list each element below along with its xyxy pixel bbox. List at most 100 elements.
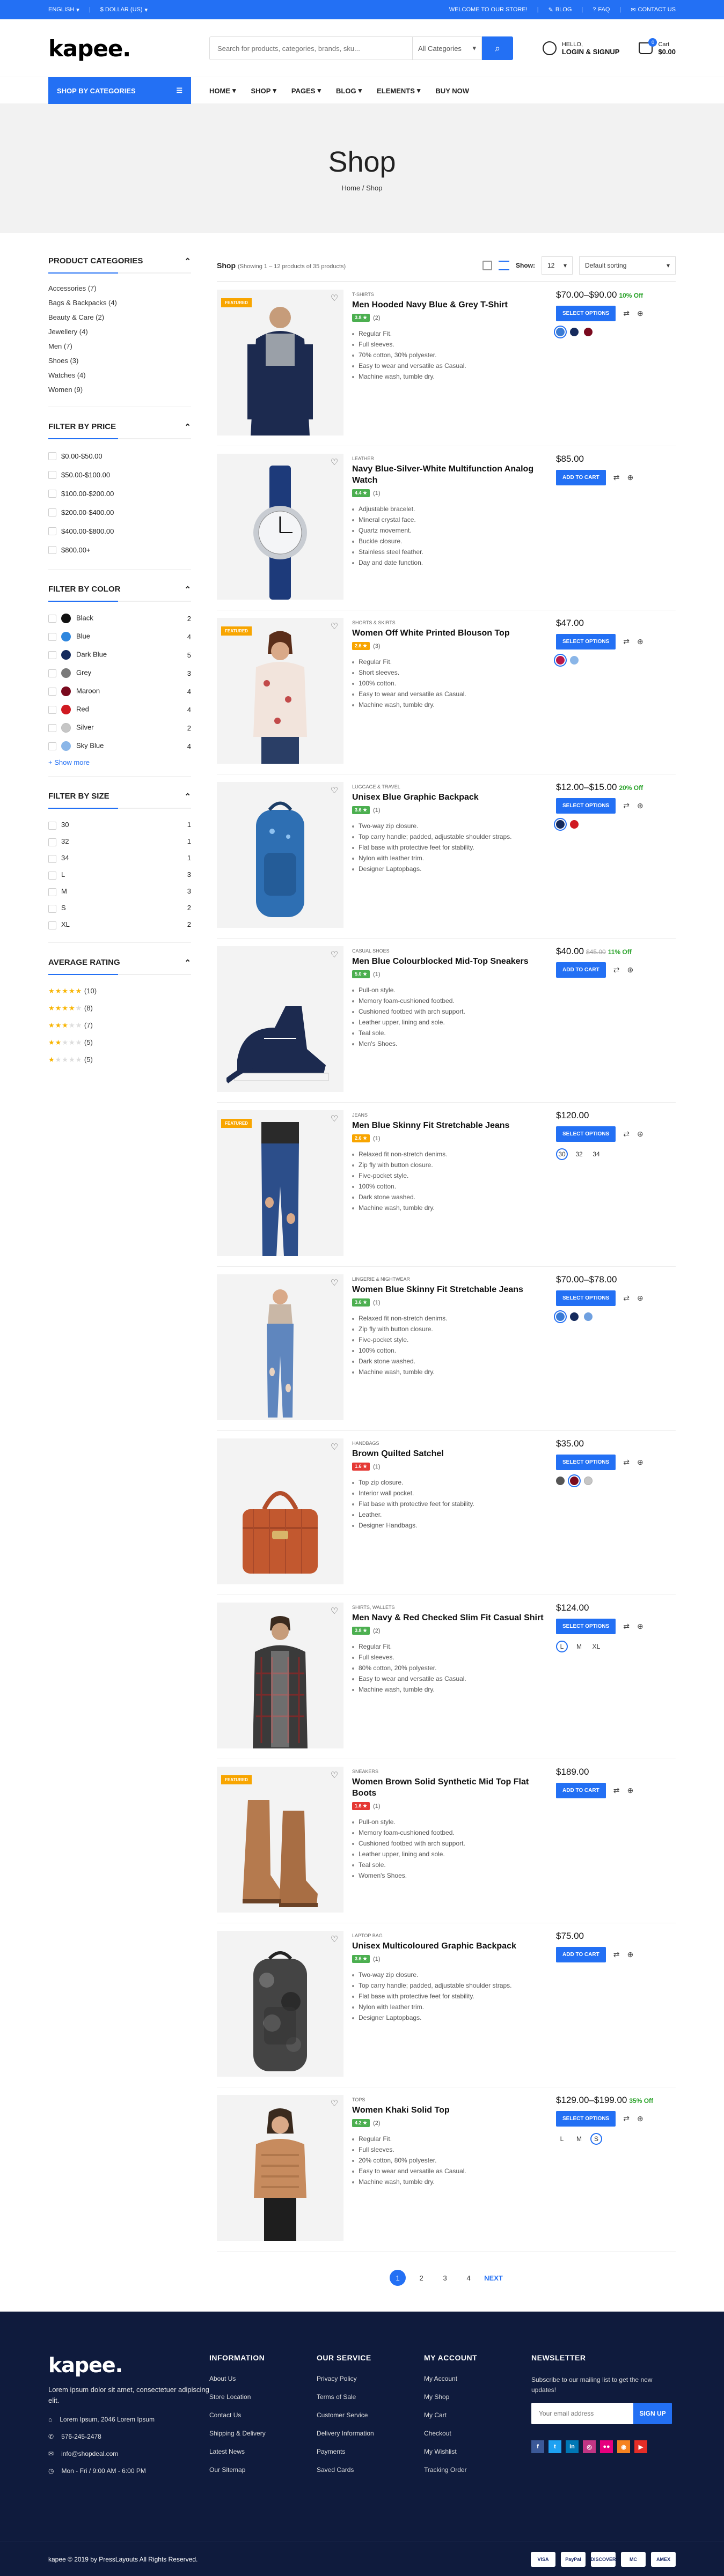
color-filter-option[interactable]: Blue 4 bbox=[48, 628, 191, 646]
category-link[interactable]: Women (9) bbox=[48, 382, 191, 397]
add-to-cart-button[interactable]: ADD TO CART bbox=[556, 470, 606, 485]
heart-icon[interactable]: ♡ bbox=[330, 1443, 339, 1452]
product-category[interactable]: LEATHER bbox=[352, 456, 553, 461]
page-link[interactable]: 3 bbox=[437, 2270, 453, 2286]
rss-icon[interactable]: ◉ bbox=[617, 2440, 630, 2453]
product-category[interactable]: LINGERIE & NIGHTWEAR bbox=[352, 1276, 553, 1282]
heart-icon[interactable]: ♡ bbox=[330, 1607, 339, 1617]
color-filter-option[interactable]: Silver 2 bbox=[48, 719, 191, 737]
breadcrumb-home[interactable]: Home bbox=[342, 184, 361, 192]
size-filter-option[interactable]: M3 bbox=[48, 883, 191, 899]
nav-item-elements[interactable]: ELEMENTS ▾ bbox=[377, 86, 420, 95]
color-option[interactable] bbox=[570, 656, 579, 665]
size-filter-option[interactable]: L3 bbox=[48, 866, 191, 883]
compare-icon[interactable]: ⇄ bbox=[623, 1294, 630, 1303]
color-filter-option[interactable]: Maroon 4 bbox=[48, 682, 191, 700]
footer-link[interactable]: My Shop bbox=[424, 2393, 531, 2401]
select-options-button[interactable]: SELECT OPTIONS bbox=[556, 2111, 616, 2127]
heart-icon[interactable]: ♡ bbox=[330, 950, 339, 960]
site-logo[interactable]: kapee. bbox=[48, 35, 209, 62]
size-filter-option[interactable]: 32 1 bbox=[48, 833, 191, 850]
heart-icon[interactable]: ♡ bbox=[330, 1771, 339, 1781]
faq-link[interactable]: ? FAQ bbox=[593, 6, 610, 13]
search-button[interactable]: ⌕ bbox=[482, 36, 513, 60]
twitter-icon[interactable]: t bbox=[549, 2440, 561, 2453]
color-option[interactable] bbox=[570, 328, 579, 336]
quick-view-icon[interactable]: ⊕ bbox=[637, 801, 643, 810]
footer-link[interactable]: Tracking Order bbox=[424, 2466, 531, 2474]
account-link[interactable]: HELLO, LOGIN & SIGNUP bbox=[542, 41, 619, 56]
color-option[interactable] bbox=[556, 328, 565, 336]
select-options-button[interactable]: SELECT OPTIONS bbox=[556, 634, 616, 649]
category-link[interactable]: Jewellery (4) bbox=[48, 324, 191, 339]
widget-header[interactable]: AVERAGE RATING ⌃ bbox=[48, 958, 191, 975]
contact-link[interactable]: ✉ CONTACT US bbox=[631, 6, 676, 13]
quick-view-icon[interactable]: ⊕ bbox=[627, 1950, 633, 1959]
select-options-button[interactable]: SELECT OPTIONS bbox=[556, 1619, 616, 1634]
product-image[interactable]: ♡ bbox=[217, 1931, 343, 2077]
compare-icon[interactable]: ⇄ bbox=[623, 1130, 630, 1139]
nav-item-home[interactable]: HOME ▾ bbox=[209, 86, 236, 95]
search-category-select[interactable]: All Categories ▾ bbox=[412, 36, 482, 60]
product-category[interactable]: CASUAL SHOES bbox=[352, 948, 553, 954]
product-image[interactable]: ♡ bbox=[217, 782, 343, 928]
quick-view-icon[interactable]: ⊕ bbox=[637, 309, 643, 318]
next-page-link[interactable]: NEXT bbox=[484, 2274, 503, 2282]
product-image[interactable]: ♡ bbox=[217, 946, 343, 1092]
product-name[interactable]: Unisex Blue Graphic Backpack bbox=[352, 792, 553, 803]
footer-link[interactable]: Payments bbox=[317, 2448, 424, 2455]
newsletter-email-input[interactable] bbox=[531, 2403, 633, 2424]
facebook-icon[interactable]: f bbox=[531, 2440, 544, 2453]
quick-view-icon[interactable]: ⊕ bbox=[637, 1622, 643, 1631]
color-option[interactable] bbox=[556, 820, 565, 829]
quick-view-icon[interactable]: ⊕ bbox=[637, 1130, 643, 1139]
instagram-icon[interactable]: ◎ bbox=[583, 2440, 596, 2453]
price-filter-option[interactable]: $100.00-$200.00 bbox=[48, 484, 191, 503]
page-link[interactable]: 1 bbox=[390, 2270, 406, 2286]
add-to-cart-button[interactable]: ADD TO CART bbox=[556, 1783, 606, 1798]
size-filter-option[interactable]: XL 2 bbox=[48, 916, 191, 933]
color-filter-option[interactable]: Red 4 bbox=[48, 700, 191, 719]
compare-icon[interactable]: ⇄ bbox=[623, 2114, 630, 2123]
product-category[interactable]: SHIRTS, WALLETS bbox=[352, 1605, 553, 1610]
product-name[interactable]: Men Navy & Red Checked Slim Fit Casual S… bbox=[352, 1612, 553, 1623]
price-filter-option[interactable]: $50.00-$100.00 bbox=[48, 466, 191, 484]
compare-icon[interactable]: ⇄ bbox=[623, 801, 630, 810]
size-filter-option[interactable]: 34 1 bbox=[48, 850, 191, 866]
color-option[interactable] bbox=[570, 820, 579, 829]
nav-item-buy-now[interactable]: BUY NOW bbox=[435, 86, 469, 95]
product-name[interactable]: Unisex Multicoloured Graphic Backpack bbox=[352, 1940, 553, 1952]
footer-link[interactable]: Customer Service bbox=[317, 2411, 424, 2419]
footer-link[interactable]: My Wishlist bbox=[424, 2448, 531, 2455]
size-option[interactable]: XL bbox=[590, 1641, 602, 1652]
quick-view-icon[interactable]: ⊕ bbox=[637, 2114, 643, 2123]
quick-view-icon[interactable]: ⊕ bbox=[627, 1786, 633, 1795]
newsletter-signup-button[interactable]: SIGN UP bbox=[633, 2403, 672, 2424]
compare-icon[interactable]: ⇄ bbox=[613, 1786, 620, 1795]
product-image[interactable]: FEATURED ♡ bbox=[217, 618, 343, 764]
price-filter-option[interactable]: $800.00+ bbox=[48, 541, 191, 559]
product-category[interactable]: SHORTS & SKIRTS bbox=[352, 620, 553, 625]
page-link[interactable]: 2 bbox=[413, 2270, 429, 2286]
sort-select[interactable]: Default sorting ▾ bbox=[579, 256, 676, 275]
footer-link[interactable]: My Cart bbox=[424, 2411, 531, 2419]
list-view-icon[interactable] bbox=[499, 261, 509, 270]
nav-item-pages[interactable]: PAGES ▾ bbox=[291, 86, 321, 95]
product-image[interactable]: FEATURED ♡ bbox=[217, 1110, 343, 1256]
quick-view-icon[interactable]: ⊕ bbox=[637, 1294, 643, 1303]
youtube-icon[interactable]: ▶ bbox=[634, 2440, 647, 2453]
product-name[interactable]: Navy Blue-Silver-White Multifunction Ana… bbox=[352, 463, 553, 486]
widget-header[interactable]: FILTER BY PRICE ⌃ bbox=[48, 422, 191, 439]
quick-view-icon[interactable]: ⊕ bbox=[627, 473, 633, 482]
add-to-cart-button[interactable]: ADD TO CART bbox=[556, 1947, 606, 1962]
flickr-icon[interactable]: ●● bbox=[600, 2440, 613, 2453]
product-image[interactable]: ♡ bbox=[217, 1274, 343, 1420]
quick-view-icon[interactable]: ⊕ bbox=[627, 965, 633, 975]
footer-link[interactable]: Terms of Sale bbox=[317, 2393, 424, 2401]
price-filter-option[interactable]: $400.00-$800.00 bbox=[48, 522, 191, 541]
compare-icon[interactable]: ⇄ bbox=[623, 309, 630, 318]
footer-link[interactable]: About Us bbox=[209, 2375, 317, 2382]
blog-link[interactable]: ✎ BLOG bbox=[549, 6, 572, 13]
quick-view-icon[interactable]: ⊕ bbox=[637, 1458, 643, 1467]
show-more-link[interactable]: + Show more bbox=[48, 758, 191, 766]
